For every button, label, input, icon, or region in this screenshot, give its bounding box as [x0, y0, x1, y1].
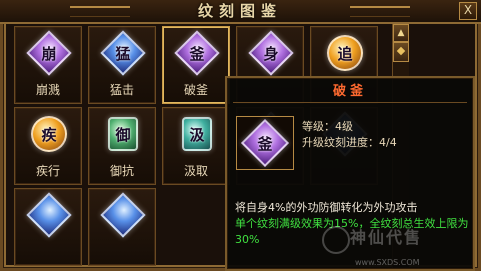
tooltip-title: 破釜 — [233, 82, 467, 103]
gem-shape — [100, 192, 146, 238]
engraving-cell[interactable]: 疾疾行 — [14, 107, 82, 185]
gem-glyph: 猛 — [115, 44, 131, 63]
gem-glyph: 汲 — [189, 125, 205, 144]
engraving-gem-icon: 疾 — [29, 114, 69, 154]
engraving-cell[interactable]: 汲汲取 — [162, 107, 230, 185]
title-ornament-right — [350, 6, 410, 17]
engraving-cell[interactable]: 釜破釜 — [162, 26, 230, 104]
scroll-up-button[interactable]: ▲ — [393, 24, 409, 42]
engraving-label: 御抗 — [109, 164, 134, 178]
engraving-cell[interactable]: 御御抗 — [88, 107, 156, 185]
scroll-thumb[interactable] — [393, 42, 409, 62]
tooltip-icon-glyph: 釜 — [257, 134, 273, 153]
title-ornament-left — [70, 6, 130, 17]
gem-glyph: 釜 — [189, 44, 205, 63]
engraving-gem-icon — [26, 192, 72, 238]
tooltip-item-icon: 釜 — [236, 116, 294, 170]
engraving-gem-icon: 身 — [248, 30, 294, 76]
gem-glyph: 追 — [337, 44, 353, 63]
watermark-text: 神仙代售 — [350, 228, 423, 247]
engraving-label: 猛击 — [109, 83, 134, 97]
engraving-gem-icon: 崩 — [26, 30, 72, 76]
engraving-gem-icon: 猛 — [100, 30, 146, 76]
engraving-gem-icon — [100, 192, 146, 238]
engraving-cell[interactable]: 猛猛击 — [88, 26, 156, 104]
title-bar: 纹刻图鉴 X — [0, 0, 481, 24]
engraving-label: 破釜 — [183, 83, 208, 97]
engraving-gem-icon: 御 — [103, 114, 143, 154]
engraving-gem-icon: 釜 — [174, 30, 220, 76]
close-button[interactable]: X — [459, 2, 477, 20]
gem-glyph: 御 — [115, 125, 131, 144]
engraving-gem-icon: 追 — [325, 33, 365, 73]
gem-shape — [26, 192, 72, 238]
engraving-label: 疾行 — [35, 164, 60, 178]
gem-glyph: 疾 — [41, 125, 57, 144]
engraving-cell[interactable]: 崩崩溅 — [14, 26, 82, 104]
engraving-gem-icon: 汲 — [177, 114, 217, 154]
tooltip-description: 将自身4%的外功防御转化为外功攻击 — [235, 201, 418, 214]
tooltip-level: 等级：4级 — [302, 120, 353, 133]
engraving-cell[interactable] — [88, 188, 156, 266]
gem-glyph: 身 — [263, 44, 279, 63]
window-title: 纹刻图鉴 — [197, 2, 282, 20]
watermark-url: www.SXDS.COM — [355, 258, 420, 267]
engraving-cell[interactable] — [14, 188, 82, 266]
watermark-logo-icon — [322, 226, 350, 254]
engraving-label: 崩溅 — [35, 83, 60, 97]
tooltip-progress: 升级纹刻进度：4/4 — [302, 136, 397, 149]
engraving-label: 汲取 — [183, 164, 208, 178]
gem-glyph: 崩 — [41, 44, 57, 63]
